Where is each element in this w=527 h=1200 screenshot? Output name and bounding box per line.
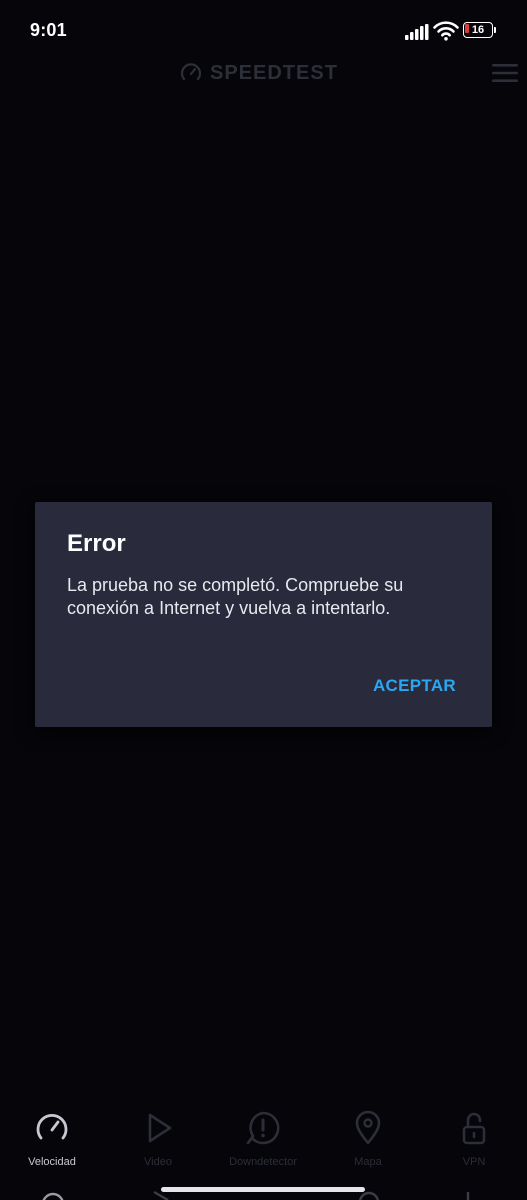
nav-item-vpn[interactable]: VPN — [424, 1110, 524, 1174]
speedometer-icon — [36, 1114, 68, 1140]
nav-item-velocidad[interactable]: Velocidad — [2, 1110, 102, 1174]
nav-item-mapa[interactable]: Mapa — [318, 1110, 418, 1174]
nav-label: VPN — [462, 1156, 486, 1168]
home-indicator[interactable] — [161, 1187, 365, 1192]
speedometer-icon — [180, 63, 202, 81]
nav-item-video[interactable]: Video — [108, 1110, 208, 1174]
nav-item-downdetector[interactable]: Downdetector — [213, 1110, 313, 1174]
cellular-signal-icon — [405, 24, 429, 40]
wifi-icon — [433, 21, 459, 41]
nav-label: Downdetector — [229, 1156, 297, 1168]
nav-label: Mapa — [354, 1156, 382, 1168]
speedtest-logo: SPEEDTEST — [180, 61, 338, 85]
map-pin-icon — [355, 1110, 381, 1145]
status-time: 9:01 — [30, 20, 67, 40]
error-dialog: Error La prueba no se completó. Comprueb… — [35, 502, 492, 727]
play-icon — [148, 1113, 172, 1143]
battery-tip — [494, 27, 496, 33]
unlock-icon — [462, 1112, 486, 1145]
status-bar: 9:01 16 — [0, 0, 527, 62]
accept-button[interactable]: ACEPTAR — [373, 676, 456, 696]
dialog-title: Error — [67, 530, 126, 557]
speedometer-icon — [42, 1192, 64, 1200]
battery-indicator: 16 — [463, 22, 497, 40]
unlock-icon — [466, 1192, 470, 1200]
battery-percentage: 16 — [471, 24, 485, 36]
bottom-navigation: Velocidad Video Downdetector Mapa VPN — [0, 1100, 527, 1180]
nav-label: Video — [144, 1156, 172, 1168]
alert-bubble-icon — [246, 1111, 280, 1145]
hamburger-menu-icon[interactable] — [492, 63, 518, 83]
logo-text: SPEEDTEST — [210, 61, 338, 84]
app-header: SPEEDTEST — [0, 55, 527, 91]
nav-label: Velocidad — [28, 1156, 76, 1168]
dialog-message: La prueba no se completó. Compruebe su c… — [67, 575, 404, 618]
